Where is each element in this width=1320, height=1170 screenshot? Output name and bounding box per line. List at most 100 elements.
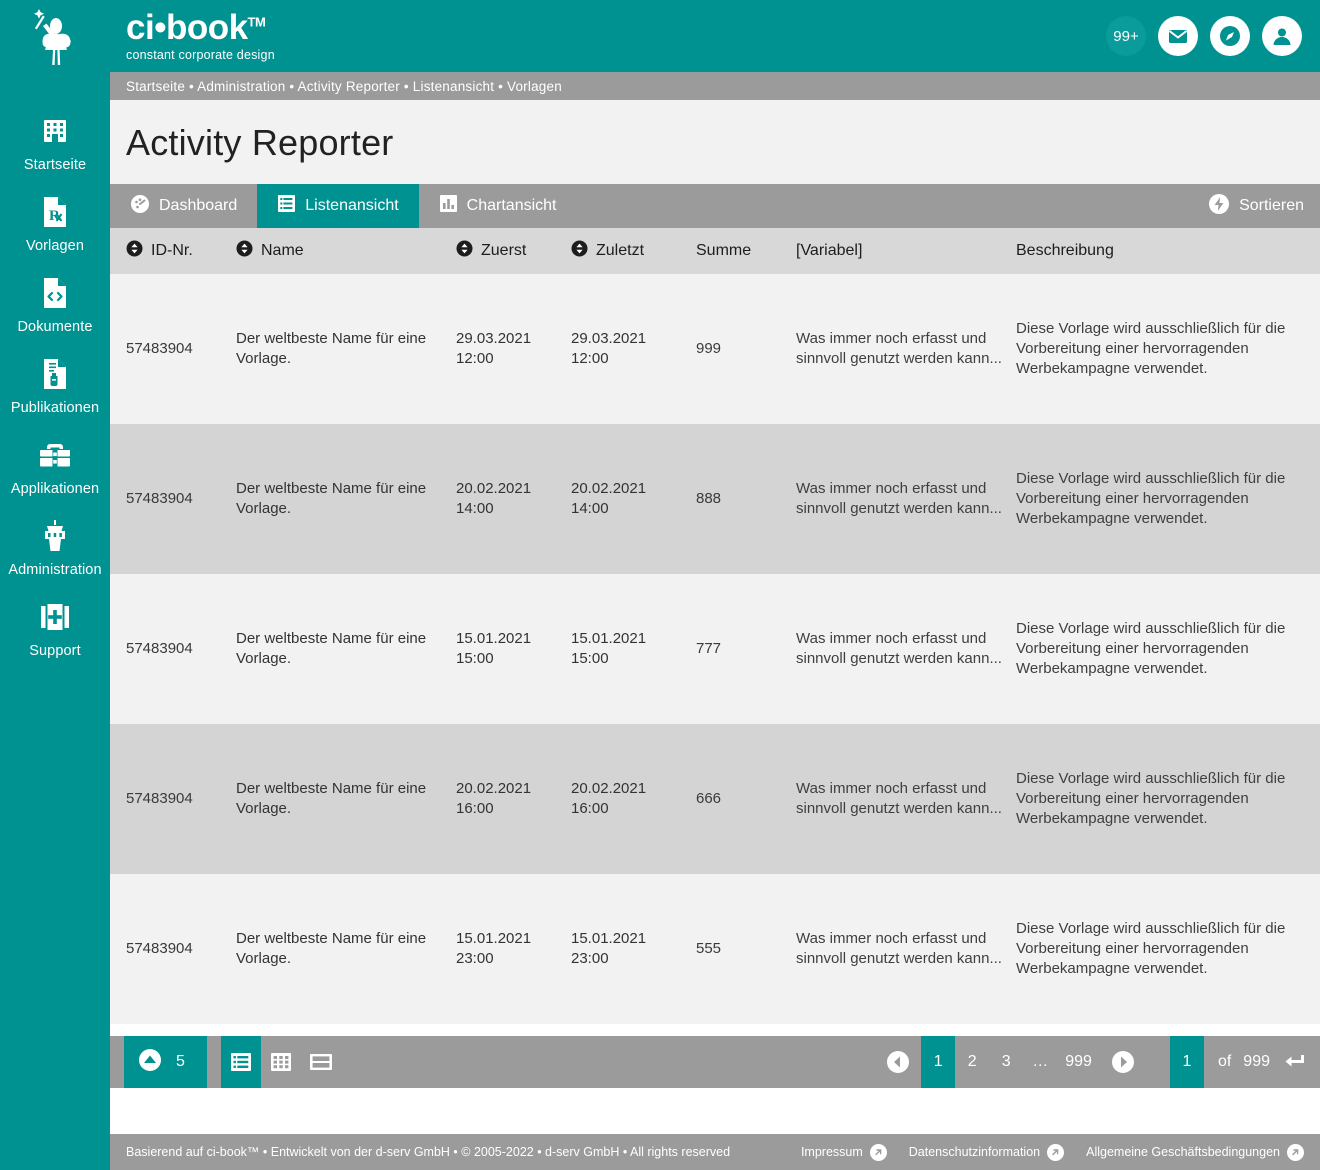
sidebar-item-vorlagen[interactable]: R Vorlagen: [0, 193, 110, 254]
column-header-label: Zuletzt: [596, 242, 645, 259]
cell-sum: 666: [696, 790, 722, 808]
control-tower-icon: [39, 517, 71, 555]
page-nav: 1 2 3 … 999: [875, 1036, 1146, 1088]
prescription-document-icon: R: [40, 193, 70, 231]
column-header-name[interactable]: Name: [236, 240, 456, 262]
sidebar-nav: Startseite R Vorlagen Dokumente Publikat…: [0, 72, 110, 679]
mail-icon[interactable]: [1158, 16, 1198, 56]
column-header-summe: Summe: [696, 242, 796, 260]
column-header-label: ID-Nr.: [151, 242, 193, 259]
brand-block[interactable]: ci•bookTM constant corporate design: [126, 10, 275, 62]
cell-description: Diese Vorlage wird ausschließlich für di…: [1016, 920, 1286, 977]
cell-last: 20.02.2021 14:00: [571, 480, 647, 517]
column-header-beschreibung: Beschreibung: [1016, 242, 1306, 260]
cell-variable: Was immer noch erfasst und sinnvoll genu…: [796, 630, 1002, 667]
footer-link-label: Impressum: [800, 1145, 863, 1159]
page-number-3[interactable]: 3: [989, 1053, 1023, 1071]
lightning-icon: [1208, 193, 1230, 220]
page-ellipsis: …: [1032, 1053, 1049, 1070]
footer-link-impressum[interactable]: Impressum: [800, 1143, 887, 1161]
code-document-icon: [40, 274, 70, 312]
page-number-1[interactable]: 1: [921, 1036, 956, 1088]
table-row[interactable]: 57483904 Der weltbeste Name für eine Vor…: [110, 274, 1320, 424]
cell-first: 15.01.2021 15:00: [456, 630, 532, 667]
view-tabbar: Dashboard Listenansicht Chartansicht Sor…: [110, 184, 1320, 228]
table-row[interactable]: 57483904 Der weltbeste Name für eine Vor…: [110, 724, 1320, 874]
cell-variable: Was immer noch erfasst und sinnvoll genu…: [796, 480, 1002, 517]
content-bottom-gap: [110, 1088, 1320, 1134]
sort-toggle-icon: [456, 240, 473, 262]
sidebar-item-label: Startseite: [23, 157, 87, 173]
brand-tagline: constant corporate design: [126, 48, 275, 62]
account-icon[interactable]: [1262, 16, 1302, 56]
sidebar-item-startseite[interactable]: Startseite: [0, 112, 110, 173]
column-header-id[interactable]: ID-Nr.: [126, 240, 236, 262]
cell-name: Der weltbeste Name für eine Vorlage.: [236, 330, 427, 367]
sort-button-label: Sortieren: [1239, 197, 1304, 214]
tab-label: Dashboard: [159, 197, 238, 214]
compass-icon[interactable]: [1210, 16, 1250, 56]
cell-name: Der weltbeste Name für eine Vorlage.: [236, 930, 427, 967]
sort-toggle-icon: [571, 240, 588, 262]
tab-listenansicht[interactable]: Listenansicht: [257, 184, 419, 228]
column-header-zuerst[interactable]: Zuerst: [456, 240, 571, 262]
next-page-button[interactable]: [1100, 1050, 1146, 1074]
sort-button[interactable]: Sortieren: [1198, 184, 1320, 228]
cell-name: Der weltbeste Name für eine Vorlage.: [236, 630, 427, 667]
split-view-icon[interactable]: [301, 1036, 341, 1088]
main-content: ci•bookTM constant corporate design 99+ …: [110, 0, 1320, 1170]
cell-sum: 999: [696, 340, 722, 358]
external-link-icon: [1287, 1143, 1304, 1161]
top-header: ci•bookTM constant corporate design 99+: [110, 0, 1320, 72]
sidebar-item-administration[interactable]: Administration: [0, 517, 110, 578]
sidebar-item-publikationen[interactable]: Publikationen: [0, 355, 110, 416]
cell-first: 20.02.2021 16:00: [456, 780, 532, 817]
table-row[interactable]: 57483904 Der weltbeste Name für eine Vor…: [110, 424, 1320, 574]
table-row[interactable]: 57483904 Der weltbeste Name für eine Vor…: [110, 874, 1320, 1024]
page-jump-input[interactable]: 1: [1169, 1036, 1204, 1088]
footer-link-agb[interactable]: Allgemeine Geschäftsbedingungen: [1086, 1143, 1304, 1161]
column-header-label: Name: [261, 242, 304, 259]
enter-key-icon[interactable]: [1284, 1036, 1320, 1088]
list-view-icon[interactable]: [220, 1036, 261, 1088]
column-header-label: Beschreibung: [1016, 242, 1114, 259]
prev-page-button[interactable]: [875, 1050, 921, 1074]
bottle-document-icon: [40, 355, 70, 393]
sidebar-item-dokumente[interactable]: Dokumente: [0, 274, 110, 335]
sidebar-item-support[interactable]: Support: [0, 598, 110, 659]
pagination-bar: 5 1 2 3 … 999 1 of 999: [110, 1036, 1320, 1088]
tab-chartansicht[interactable]: Chartansicht: [419, 184, 577, 228]
sidebar-item-label: Support: [29, 643, 81, 659]
external-link-icon: [1047, 1143, 1065, 1161]
building-icon: [40, 112, 70, 150]
page-number-last[interactable]: 999: [1057, 1053, 1100, 1071]
footer-link-datenschutz[interactable]: Datenschutzinformation: [909, 1143, 1065, 1161]
notification-badge[interactable]: 99+: [1106, 16, 1146, 56]
breadcrumb[interactable]: Startseite • Administration • Activity R…: [110, 72, 1320, 100]
column-header-zuletzt[interactable]: Zuletzt: [571, 240, 696, 262]
list-icon: [277, 194, 296, 218]
tab-dashboard[interactable]: Dashboard: [110, 184, 257, 228]
cell-id: 57483904: [126, 940, 193, 958]
grid-view-icon[interactable]: [261, 1036, 301, 1088]
cell-sum: 777: [696, 640, 722, 658]
column-header-label: Summe: [696, 242, 752, 259]
column-header-label: [Variabel]: [796, 242, 863, 259]
cell-description: Diese Vorlage wird ausschließlich für di…: [1016, 620, 1286, 677]
sidebar: Startseite R Vorlagen Dokumente Publikat…: [0, 0, 110, 1170]
data-table: ID-Nr. Name Zuerst Zuletzt Summe [Variab…: [110, 228, 1320, 1036]
header-actions: 99+: [1106, 16, 1302, 56]
table-row[interactable]: 57483904 Der weltbeste Name für eine Vor…: [110, 574, 1320, 724]
fairy-logo-icon[interactable]: [0, 0, 110, 72]
sidebar-item-label: Publikationen: [10, 400, 100, 416]
cell-variable: Was immer noch erfasst und sinnvoll genu…: [796, 930, 1002, 967]
cell-last: 20.02.2021 16:00: [571, 780, 647, 817]
column-header-variabel: [Variabel]: [796, 242, 1016, 260]
cell-sum: 888: [696, 490, 722, 508]
page-number-2[interactable]: 2: [955, 1053, 989, 1071]
sidebar-item-label: Dokumente: [17, 319, 93, 335]
sidebar-item-applikationen[interactable]: Applikationen: [0, 436, 110, 497]
rows-per-page-selector[interactable]: 5: [124, 1036, 207, 1088]
